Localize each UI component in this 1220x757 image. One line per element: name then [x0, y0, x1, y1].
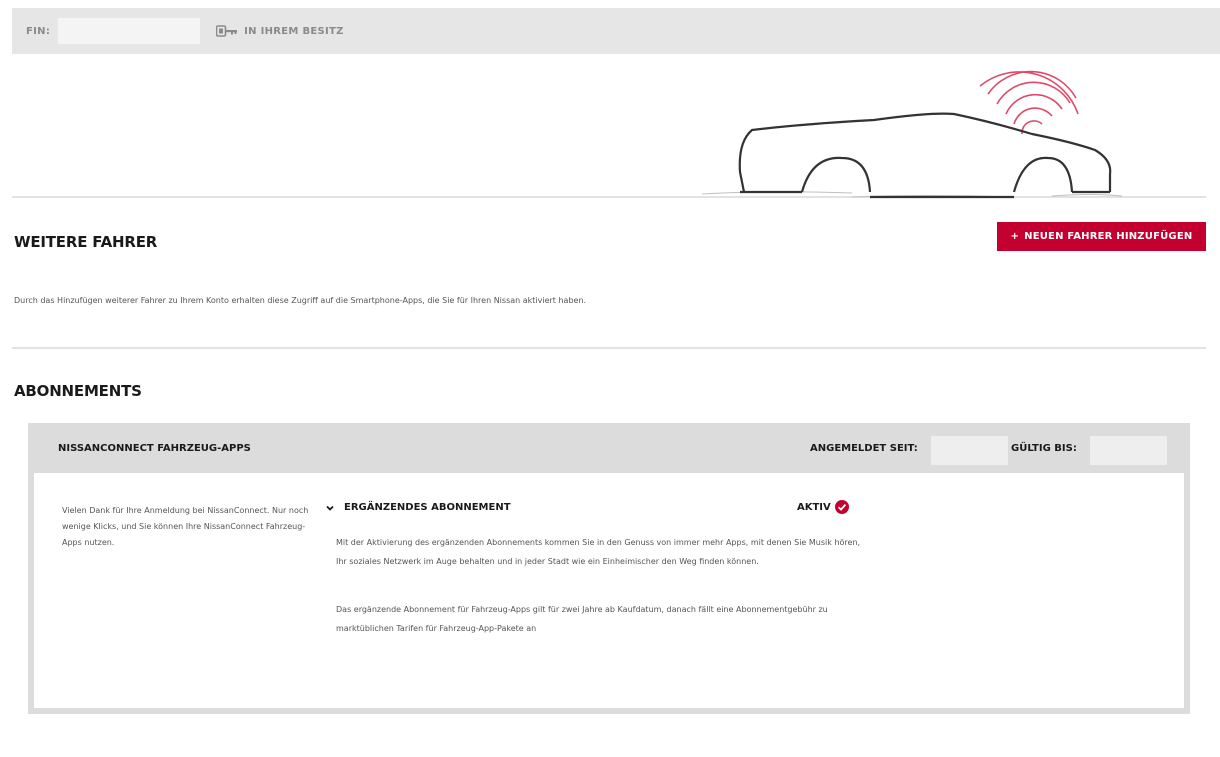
- chevron-down-icon: [326, 505, 334, 511]
- add-driver-label: NEUEN FAHRER HINZUFÜGEN: [1024, 231, 1193, 242]
- car-illustration: [12, 54, 1220, 204]
- subscription-card: NISSANCONNECT FAHRZEUG-APPS ANGEMELDET S…: [28, 423, 1190, 714]
- drivers-title: WEITERE FAHRER: [14, 233, 158, 251]
- key-icon: [216, 25, 238, 37]
- subscriptions-title: ABONNEMENTS: [14, 382, 142, 400]
- plan-title: ERGÄNZENDES ABONNEMENT: [344, 502, 511, 513]
- drivers-description: Durch das Hinzufügen weiterer Fahrer zu …: [14, 296, 587, 305]
- plan-status: AKTIV: [797, 500, 849, 514]
- check-circle-icon: [834, 500, 849, 514]
- ownership-status: IN IHREM BESITZ: [216, 25, 344, 37]
- fin-field[interactable]: [58, 18, 201, 44]
- subscription-title: NISSANCONNECT FAHRZEUG-APPS: [58, 443, 251, 454]
- ownership-label: IN IHREM BESITZ: [244, 25, 344, 37]
- subscription-body: Vielen Dank für Ihre Anmeldung bei Nissa…: [34, 473, 1184, 708]
- welcome-text: Vielen Dank für Ihre Anmeldung bei Nissa…: [62, 506, 309, 547]
- valid-until-value: [1090, 436, 1167, 465]
- plan-terms: Das ergänzende Abonnement für Fahrzeug-A…: [336, 605, 828, 633]
- status-label: AKTIV: [797, 501, 831, 513]
- valid-until-label: GÜLTIG BIS:: [1011, 443, 1077, 454]
- add-driver-button[interactable]: + NEUEN FAHRER HINZUFÜGEN: [997, 222, 1206, 251]
- plus-icon: +: [1010, 231, 1020, 242]
- subscription-header: NISSANCONNECT FAHRZEUG-APPS ANGEMELDET S…: [28, 423, 1190, 473]
- section-divider: [12, 347, 1206, 349]
- plan-description: Mit der Aktivierung des ergänzenden Abon…: [336, 538, 861, 566]
- fin-label: FIN:: [26, 25, 51, 37]
- registered-since-label: ANGEMELDET SEIT:: [810, 443, 918, 454]
- vehicle-bar: FIN: IN IHREM BESITZ: [12, 8, 1220, 54]
- plan-toggle[interactable]: ERGÄNZENDES ABONNEMENT: [326, 502, 511, 513]
- registered-since-value: [931, 436, 1008, 465]
